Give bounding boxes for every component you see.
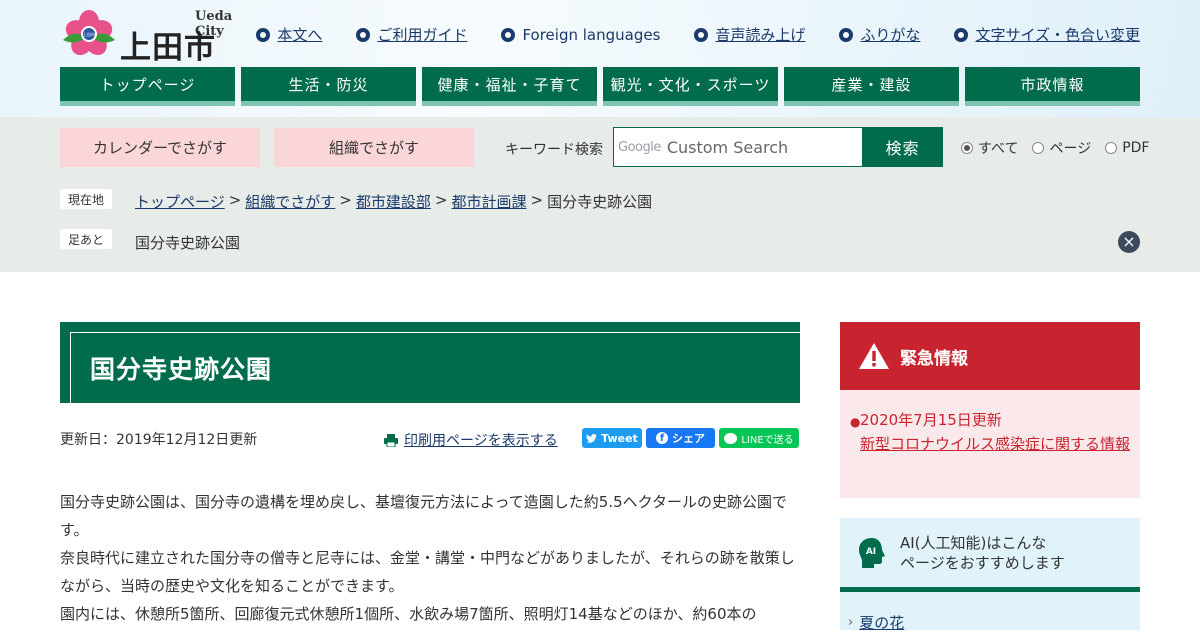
ai-title-line: AI(人工知能)はこんな	[900, 533, 1047, 552]
radio-label: すべて	[978, 141, 1019, 157]
scope-option-all[interactable]: すべて	[961, 138, 1018, 158]
site-logo[interactable]: 上田市 Ueda City 上田市	[60, 8, 232, 66]
bullet-icon	[694, 27, 709, 42]
line-icon	[724, 432, 738, 444]
share-label: シェア	[672, 432, 705, 445]
util-link-label[interactable]: ご利用ガイド	[377, 24, 467, 45]
util-link-label[interactable]: Foreign languages	[522, 26, 660, 44]
ai-badge: AI	[866, 547, 876, 557]
util-link-text-size-color[interactable]: 文字サイズ・色合い変更	[954, 24, 1140, 45]
emergency-date: 2020年7月15日更新	[860, 411, 1002, 429]
ai-recommend-box: AI AI(人工知能)はこんな ページをおすすめします › 夏の花	[840, 518, 1140, 632]
radio-icon[interactable]	[1105, 142, 1118, 154]
util-link-label[interactable]: 文字サイズ・色合い変更	[975, 24, 1140, 45]
gnav-item-life-disaster[interactable]: 生活・防災	[241, 67, 416, 106]
search-scope-options: すべて ページ PDF	[961, 138, 1149, 158]
page-title: 国分寺史跡公園	[90, 355, 273, 384]
breadcrumb-current: 国分寺史跡公園	[547, 193, 653, 211]
svg-text:上田市: 上田市	[83, 31, 95, 37]
search-placeholder: Custom Search	[666, 137, 789, 157]
paragraph: 奈良時代に建立された国分寺の僧寺と尼寺には、金堂・講堂・中門などがありましたが、…	[60, 549, 795, 595]
line-share-button[interactable]: LINEで送る	[719, 428, 799, 448]
footprint-item[interactable]: 国分寺史跡公園	[135, 232, 240, 253]
emergency-title: 緊急情報	[900, 348, 968, 369]
gnav-item-top[interactable]: トップページ	[60, 67, 235, 106]
chevron-right-icon: ›	[848, 615, 854, 630]
search-band: カレンダーでさがす 組織でさがす キーワード検索 Google Custom S…	[0, 117, 1200, 272]
emergency-info-header: 緊急情報	[840, 322, 1140, 390]
util-link-furigana[interactable]: ふりがな	[839, 24, 920, 45]
radio-selected-icon[interactable]	[961, 142, 973, 154]
print-link-label[interactable]: 印刷用ページを表示する	[404, 430, 558, 450]
google-watermark: Google	[618, 139, 661, 155]
radio-label: PDF	[1122, 140, 1150, 156]
bullet-icon	[954, 27, 969, 42]
breadcrumb-dept[interactable]: 都市建設部	[356, 191, 431, 212]
util-link-foreign-languages[interactable]: Foreign languages	[501, 24, 660, 45]
util-link-label[interactable]: 本文へ	[277, 24, 322, 45]
search-button[interactable]: 検索	[862, 127, 943, 167]
gnav-item-tourism-culture[interactable]: 観光・文化・スポーツ	[603, 67, 778, 106]
updated-date: 更新日：2019年12月12日更新	[60, 432, 258, 448]
util-link-guide[interactable]: ご利用ガイド	[356, 24, 467, 45]
breadcrumb-top[interactable]: トップページ	[135, 191, 225, 212]
gnav-item-city-info[interactable]: 市政情報	[965, 67, 1140, 106]
org-search-button[interactable]: 組織でさがす	[274, 128, 474, 167]
logo-japanese: 上田市	[120, 30, 216, 66]
close-icon[interactable]: ×	[1118, 231, 1140, 253]
bullet-icon	[501, 27, 516, 42]
twitter-icon	[586, 433, 598, 443]
ai-recommend-header: AI AI(人工知能)はこんな ページをおすすめします	[840, 518, 1140, 592]
ai-title-line: ページをおすすめします	[900, 553, 1065, 572]
printer-icon	[384, 433, 398, 447]
facebook-share-button[interactable]: f シェア	[646, 428, 715, 448]
ai-recommend-title: AI(人工知能)はこんな ページをおすすめします	[900, 533, 1065, 573]
warning-icon	[859, 343, 889, 369]
utility-links: 本文へ ご利用ガイド Foreign languages 音声読み上げ ふりがな…	[256, 24, 1140, 45]
city-flower-logo: 上田市	[63, 10, 115, 56]
bullet-icon	[256, 27, 271, 42]
ai-head-icon: AI	[859, 537, 885, 568]
footprint-tag: 足あと	[60, 229, 113, 249]
site-header: 上田市 Ueda City 上田市 本文へ ご利用ガイド Foreign lan…	[0, 0, 1200, 117]
paragraph: 国分寺史跡公園は、国分寺の遺構を埋め戻し、基壇復元方法によって造園した約5.5ヘ…	[60, 493, 788, 539]
util-link-main-content[interactable]: 本文へ	[256, 24, 322, 45]
breadcrumb-separator: >	[339, 191, 352, 209]
radio-icon[interactable]	[1032, 142, 1045, 154]
gnav-item-health-welfare[interactable]: 健康・福祉・子育て	[422, 67, 597, 106]
breadcrumb-separator: >	[530, 191, 544, 209]
util-link-voice-reading[interactable]: 音声読み上げ	[694, 24, 805, 45]
util-link-label[interactable]: 音声読み上げ	[715, 24, 805, 45]
breadcrumb-org[interactable]: 組織でさがす	[245, 191, 335, 212]
breadcrumb-separator: >	[434, 191, 448, 209]
print-page-link[interactable]: 印刷用ページを表示する	[384, 430, 558, 450]
global-navigation: トップページ 生活・防災 健康・福祉・子育て 観光・文化・スポーツ 産業・建設 …	[60, 67, 1140, 107]
gnav-item-industry[interactable]: 産業・建設	[784, 67, 959, 106]
emergency-link[interactable]: 新型コロナウイルス感染症に関する情報	[860, 435, 1130, 453]
tweet-button[interactable]: Tweet	[582, 428, 642, 448]
bullet-icon: ●	[850, 415, 861, 429]
emergency-info-body: ● 2020年7月15日更新 新型コロナウイルス感染症に関する情報	[840, 390, 1140, 498]
current-location-tag: 現在地	[60, 189, 113, 209]
article-body: 国分寺史跡公園は、国分寺の遺構を埋め戻し、基壇復元方法によって造園した約5.5ヘ…	[60, 488, 800, 628]
page-title-box: 国分寺史跡公園	[60, 322, 800, 403]
facebook-icon: f	[656, 432, 668, 444]
search-input[interactable]: Google Custom Search	[613, 127, 863, 167]
calendar-search-button[interactable]: カレンダーでさがす	[60, 128, 260, 167]
util-link-label[interactable]: ふりがな	[860, 24, 920, 45]
breadcrumb-section[interactable]: 都市計画課	[451, 191, 526, 212]
line-label: LINEで送る	[741, 434, 794, 446]
bullet-icon	[839, 27, 854, 42]
scope-option-pdf[interactable]: PDF	[1105, 138, 1149, 158]
paragraph: 園内には、休憩所5箇所、回廊復元式休憩所1個所、水飲み場7箇所、照明灯14基など…	[60, 605, 757, 623]
keyword-search-label: キーワード検索	[505, 142, 603, 158]
tweet-label: Tweet	[601, 431, 638, 445]
breadcrumb: トップページ > 組織でさがす > 都市建設部 > 都市計画課 > 国分寺史跡公…	[135, 191, 652, 212]
radio-label: ページ	[1049, 141, 1092, 157]
breadcrumb-separator: >	[228, 191, 242, 209]
bullet-icon	[356, 27, 371, 42]
scope-option-page[interactable]: ページ	[1032, 138, 1091, 158]
